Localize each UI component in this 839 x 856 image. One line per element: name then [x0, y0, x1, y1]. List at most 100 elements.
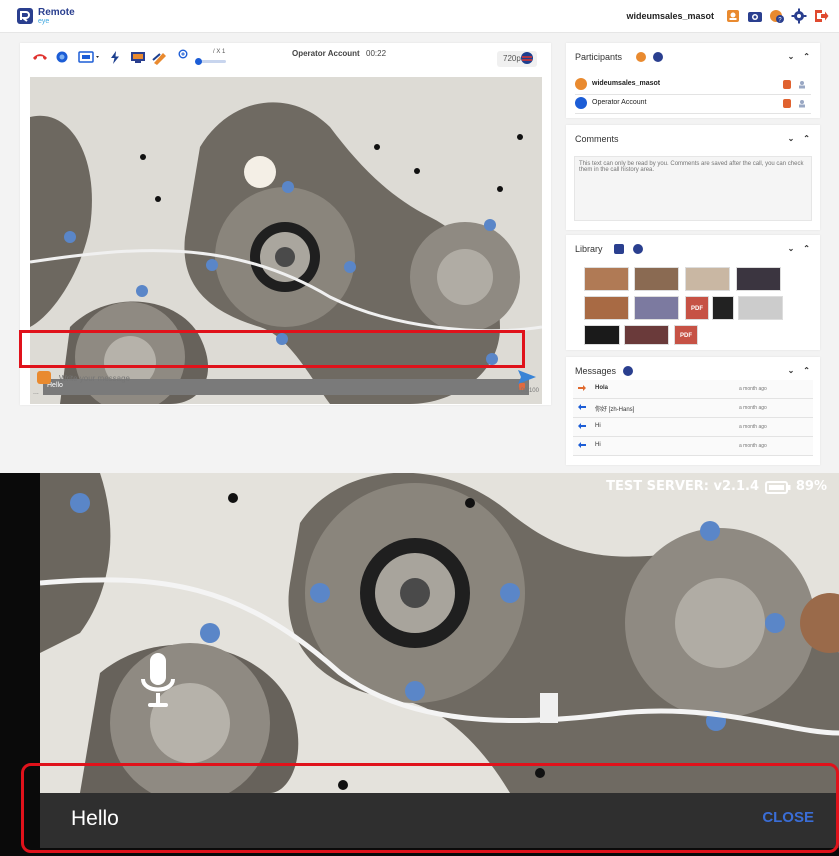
message-time: a month ago — [739, 405, 767, 411]
message-input-row — [33, 369, 540, 387]
message-text: 你好 [zh-Hans] — [595, 407, 635, 413]
contacts-icon[interactable] — [725, 8, 741, 24]
library-pdf[interactable]: PDF — [674, 325, 698, 345]
camera-icon[interactable] — [747, 8, 763, 24]
battery-percentage: 89% — [795, 479, 827, 494]
draw-icon[interactable] — [152, 51, 168, 65]
comments-panel: Comments ⌄ ⌃ — [566, 125, 820, 230]
panel-controls: ⌄ ⌃ — [788, 52, 810, 61]
settings-icon[interactable] — [791, 8, 807, 24]
top-app-bar: Remote eye wideumsales_masot ? — [0, 0, 839, 33]
screen-icon[interactable] — [78, 51, 100, 63]
zoom-slider-thumb[interactable] — [195, 58, 202, 65]
hang-up-icon[interactable] — [32, 51, 48, 63]
operator-name: Operator Account — [292, 49, 360, 58]
message-time: a month ago — [739, 386, 767, 392]
typing-ellipsis: ... — [33, 389, 39, 396]
refresh-icon[interactable] — [623, 366, 633, 376]
refresh-icon[interactable] — [633, 244, 643, 254]
mobile-video-stream[interactable]: TEST SERVER: v2.1.4 89% — [40, 473, 839, 793]
participant-name: wideumsales_masot — [592, 80, 661, 87]
highlight-box-subtitle — [19, 330, 525, 368]
message-time: a month ago — [739, 443, 767, 449]
outgoing-arrow-icon — [578, 385, 586, 391]
attachment-icon[interactable] — [37, 371, 51, 384]
machine-video-image — [40, 473, 839, 793]
participant-row[interactable]: wideumsales_masot — [575, 76, 811, 95]
library-thumbnail[interactable] — [634, 267, 679, 291]
chevron-down-icon[interactable]: ⌄ — [788, 134, 795, 143]
message-text: Hi — [595, 442, 601, 448]
refresh-icon[interactable] — [653, 52, 663, 62]
library-thumbnail[interactable] — [584, 296, 629, 320]
chevron-up-icon[interactable]: ⌃ — [803, 244, 810, 253]
library-thumbnail[interactable] — [634, 296, 679, 320]
chevron-down-icon[interactable]: ⌄ — [788, 52, 795, 61]
current-username: wideumsales_masot — [626, 11, 714, 21]
char-count: 100/100 — [517, 388, 539, 394]
zoom-icon[interactable] — [178, 49, 189, 60]
chevron-up-icon[interactable]: ⌃ — [803, 366, 810, 375]
brand-name: Remote — [38, 7, 75, 18]
library-video-placeholder[interactable] — [738, 296, 783, 320]
message-row[interactable]: Hi a month ago — [573, 437, 813, 456]
panel-controls: ⌄ ⌃ — [788, 134, 810, 143]
participant-name: Operator Account — [592, 99, 647, 106]
comments-title: Comments — [575, 134, 619, 144]
chevron-up-icon[interactable]: ⌃ — [803, 134, 810, 143]
avatar — [575, 97, 587, 109]
avatar — [575, 78, 587, 90]
library-thumbnail[interactable] — [736, 267, 781, 291]
incoming-arrow-icon — [578, 404, 586, 410]
library-pdf[interactable]: PDF — [685, 296, 709, 320]
chevron-up-icon[interactable]: ⌃ — [803, 52, 810, 61]
remote-eye-logo — [17, 8, 33, 24]
highlight-box-mobile-subtitle — [21, 763, 839, 853]
message-row[interactable]: Hola a month ago — [573, 380, 813, 399]
microphone-icon[interactable] — [138, 651, 178, 711]
message-row[interactable]: Hi a month ago — [573, 418, 813, 437]
panel-controls: ⌄ ⌃ — [788, 366, 810, 375]
participant-row[interactable]: Operator Account — [575, 95, 811, 114]
call-toolbar: / X 1 Operator Account 00:22 720p ⌄ — [20, 43, 551, 73]
pdf-label: PDF — [680, 333, 692, 339]
call-timer: 00:22 — [366, 49, 387, 58]
participants-panel: Participants ⌄ ⌃ wideumsales_masot Opera… — [566, 43, 820, 118]
record-icon[interactable] — [56, 51, 68, 63]
flash-icon[interactable] — [110, 51, 120, 64]
mute-icon[interactable] — [783, 80, 791, 89]
send-icon[interactable] — [518, 370, 536, 384]
incoming-arrow-icon — [578, 423, 586, 429]
message-input[interactable] — [59, 369, 509, 387]
panel-controls: ⌄ ⌃ — [788, 244, 810, 253]
zoom-level-label: / X 1 — [213, 49, 226, 55]
comment-textarea[interactable] — [574, 156, 812, 221]
help-icon[interactable]: ? — [769, 8, 785, 24]
messages-panel: Messages ⌄ ⌃ Hola a month ago 你好 [zh-Han… — [566, 357, 820, 465]
messages-title: Messages — [575, 366, 617, 376]
message-text: Hola — [595, 385, 609, 391]
add-participant-icon[interactable] — [636, 52, 646, 62]
logout-icon[interactable] — [813, 8, 829, 24]
incoming-arrow-icon — [578, 442, 586, 448]
chevron-down-icon[interactable]: ⌄ — [788, 366, 795, 375]
kick-user-icon[interactable] — [798, 80, 808, 89]
library-thumbnail[interactable] — [624, 325, 669, 345]
mute-icon[interactable] — [783, 99, 791, 108]
library-thumbnail[interactable] — [712, 296, 734, 320]
switch-camera-icon[interactable] — [519, 51, 535, 65]
message-text: Hi — [595, 423, 601, 429]
library-thumbnail[interactable] — [584, 267, 629, 291]
message-row[interactable]: 你好 [zh-Hans] a month ago — [573, 399, 813, 418]
upload-icon[interactable] — [614, 244, 624, 254]
kick-user-icon[interactable] — [798, 99, 808, 108]
library-thumbnail[interactable] — [685, 267, 730, 291]
library-panel: Library ⌄ ⌃ PDF PDF — [566, 235, 820, 350]
library-thumbnail[interactable] — [584, 325, 620, 345]
battery-icon — [765, 481, 791, 494]
pdf-label: PDF — [691, 306, 703, 312]
brand-sub: eye — [38, 18, 50, 25]
chevron-down-icon[interactable]: ⌄ — [788, 244, 795, 253]
freeze-icon[interactable] — [130, 51, 146, 64]
participants-title: Participants — [575, 52, 623, 62]
